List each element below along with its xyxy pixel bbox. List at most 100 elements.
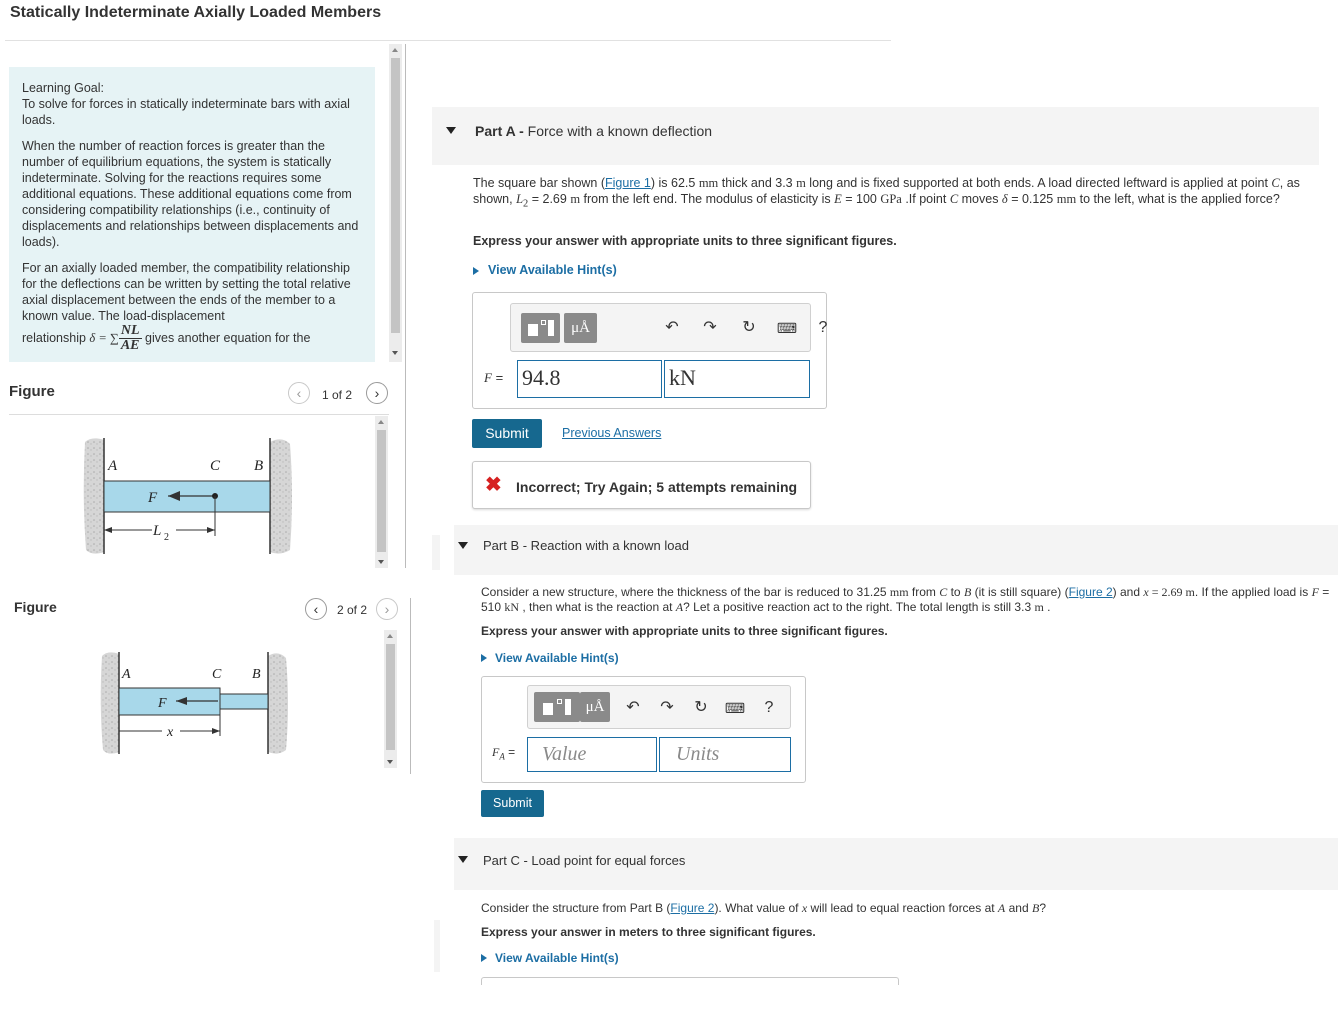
left-pane-border (405, 44, 406, 568)
undo-icon[interactable]: ↶ (660, 316, 684, 340)
figure-2-label: Figure (14, 599, 57, 615)
figure-1-pager: 1 of 2 (322, 388, 353, 402)
reset-icon[interactable]: ↻ (737, 316, 761, 340)
part-b-question: Consider a new structure, where the thic… (481, 585, 1330, 614)
expand-icon (481, 954, 487, 962)
figure-1-scrollbar-thumb[interactable] (377, 430, 386, 552)
part-a-feedback: ✖ Incorrect; Try Again; 5 attempts remai… (472, 461, 811, 509)
learning-goal-panel: Learning Goal: To solve for forces in st… (9, 67, 375, 362)
formula-denominator: AE (120, 338, 140, 353)
goal-paragraph-4-post: gives another equation for the (145, 330, 311, 345)
figure-1-diagram: A C B F L 2 (83, 438, 292, 554)
part-c-header[interactable]: Part C - Load point for equal forces (454, 838, 1338, 890)
formula-lhs: δ = ∑ (89, 330, 119, 345)
part-c-title: - Load point for equal forces (519, 853, 686, 868)
goal-paragraph-3: For an axially loaded member, the compat… (22, 261, 351, 323)
figure-2-prev-button[interactable]: ‹ (305, 598, 327, 620)
right-wall (268, 653, 288, 754)
redo-icon[interactable]: ↷ (655, 696, 679, 720)
label-l2-sub: 2 (164, 532, 169, 543)
feedback-text: Incorrect; Try Again; 5 attempts remaini… (516, 479, 798, 495)
part-c-label: Part C (483, 853, 520, 868)
part-a-instructions: Express your answer with appropriate uni… (473, 234, 897, 248)
goal-paragraph-4-pre: relationship (22, 330, 86, 345)
undo-icon[interactable]: ↶ (621, 696, 645, 720)
label-b: B (252, 667, 261, 682)
formula-numerator: NL (118, 324, 142, 339)
goal-heading: Learning Goal: (22, 81, 105, 95)
part-b-toolbar: μÅ ↶ ↷ ↻ ⌨ ? (527, 685, 791, 729)
part-c-left-bar (434, 920, 440, 972)
part-b-submit-button[interactable]: Submit (481, 790, 544, 817)
goal-scrollbar[interactable] (389, 44, 402, 362)
bar-thin (219, 693, 269, 710)
figure-2-diagram: A C B F x (100, 652, 288, 754)
figure-2-pager: 2 of 2 (337, 603, 368, 617)
keyboard-icon[interactable]: ⌨ (775, 316, 799, 340)
label-x: x (166, 725, 174, 740)
units-symbol-button[interactable]: μÅ (564, 313, 597, 343)
expand-icon (473, 267, 479, 275)
figure-1-label: Figure (9, 383, 55, 400)
part-b-answer-box: μÅ ↶ ↷ ↻ ⌨ ? FA = Value Units (481, 676, 806, 783)
part-b-label: Part B (483, 538, 520, 553)
part-c-question: Consider the structure from Part B (Figu… (481, 901, 1046, 915)
part-a-label: Part A - (475, 123, 524, 139)
goal-scrollbar-thumb[interactable] (391, 58, 400, 333)
part-b-title: - Reaction with a known load (519, 538, 689, 553)
part-a-header[interactable]: Part A - Force with a known deflection (432, 107, 1319, 165)
part-b-units-input[interactable]: Units (659, 737, 791, 772)
keyboard-icon[interactable]: ⌨ (723, 696, 747, 720)
part-a-units-input[interactable]: kN (664, 360, 810, 398)
part-a-equals: = (491, 370, 504, 385)
help-button[interactable]: ? (811, 316, 835, 340)
figure-1-scrollbar[interactable] (375, 416, 388, 568)
previous-answers-link[interactable]: Previous Answers (562, 426, 661, 440)
goal-intro: To solve for forces in statically indete… (22, 97, 350, 127)
reset-icon[interactable]: ↻ (689, 696, 713, 720)
collapse-icon[interactable] (446, 127, 456, 134)
units-symbol-button[interactable]: μÅ (580, 692, 610, 722)
part-a-value-input[interactable]: 94.8 (517, 360, 662, 398)
part-b-instructions: Express your answer with appropriate uni… (481, 624, 888, 638)
figure-2-border (410, 598, 411, 774)
page-title: Statically Indeterminate Axially Loaded … (10, 4, 382, 21)
collapse-icon[interactable] (458, 856, 468, 863)
figure-1-prev-button[interactable]: ‹ (288, 382, 310, 404)
goal-paragraph-2: When the number of reaction forces is gr… (22, 139, 359, 249)
figure-2-link[interactable]: Figure 2 (1069, 585, 1113, 599)
collapse-icon[interactable] (458, 542, 468, 549)
formula-fraction: NL AE (118, 324, 142, 353)
templates-button[interactable] (521, 313, 560, 343)
redo-icon[interactable]: ↷ (698, 316, 722, 340)
templates-button[interactable] (534, 692, 580, 722)
figure-2-scrollbar-thumb[interactable] (386, 644, 395, 750)
label-a: A (107, 458, 118, 474)
part-a-submit-button[interactable]: Submit (472, 419, 542, 448)
expand-icon (481, 654, 487, 662)
left-wall (100, 652, 119, 754)
part-c-answer-box-top (481, 977, 899, 985)
part-b-left-bar (432, 535, 440, 570)
label-l2: L (152, 523, 161, 539)
label-c: C (210, 458, 221, 474)
part-c-instructions: Express your answer in meters to three s… (481, 925, 816, 939)
figure-2-link-c[interactable]: Figure 2 (670, 901, 714, 915)
part-b-value-input[interactable]: Value (527, 737, 657, 772)
part-b-header[interactable]: Part B - Reaction with a known load (454, 525, 1338, 575)
right-wall (270, 439, 292, 554)
figure-2-next-button[interactable]: › (376, 598, 398, 620)
figure-1-link[interactable]: Figure 1 (605, 176, 651, 190)
part-a-title: Force with a known deflection (527, 123, 713, 139)
part-b-equals: = (504, 745, 516, 759)
figure-2-scrollbar[interactable] (384, 630, 397, 768)
label-a: A (121, 667, 131, 682)
figure-1-divider (9, 414, 389, 415)
label-f: F (147, 490, 158, 506)
part-a-question: The square bar shown (Figure 1) is 62.5 … (473, 176, 1300, 210)
label-c: C (212, 667, 222, 682)
help-button[interactable]: ? (757, 696, 781, 720)
part-a-toolbar: μÅ ↶ ↷ ↻ ⌨ ? (510, 303, 827, 352)
figure-1-next-button[interactable]: › (366, 382, 388, 404)
label-f: F (157, 696, 167, 711)
